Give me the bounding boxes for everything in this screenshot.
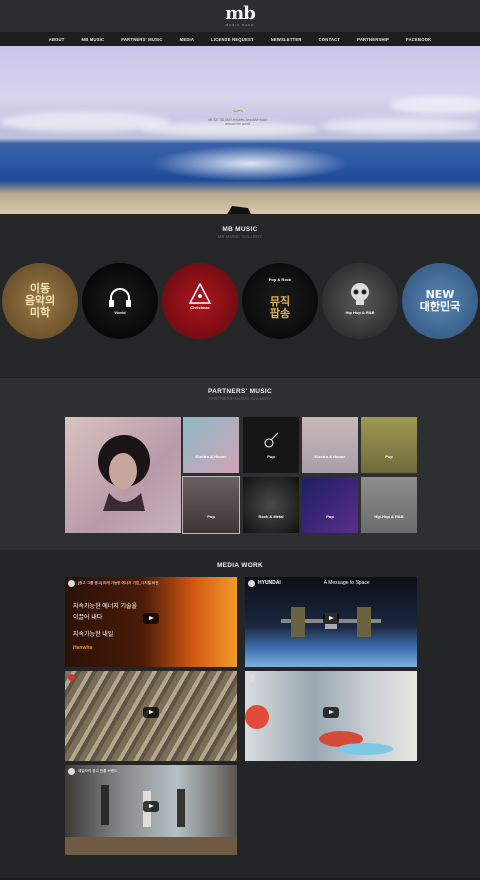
partner-tile-label: Electro & House (314, 454, 346, 459)
video-title: HYUNDAI (258, 580, 281, 586)
partners-music-section: PARTNERS' MUSIC PARTNERS' MUSIC GALLERY … (0, 377, 480, 550)
nav-mb-music[interactable]: MB MUSIC (73, 37, 113, 42)
nav-facebook[interactable]: FACEBOOK (398, 37, 440, 42)
video-header: HYUNDAI A Message to Space (245, 577, 417, 589)
genre-label: Hip Hop & R&B (345, 310, 375, 315)
partner-tile[interactable]: Rock & Metal (243, 477, 299, 533)
genre-circle-text: 뮤직 팝송 (269, 295, 291, 320)
genre-label: World (114, 310, 126, 315)
video-header (65, 671, 237, 683)
video-overlay-text: 지속가능한 에너지 기술을 (73, 604, 138, 610)
genre-circle-item[interactable]: World (82, 263, 158, 339)
nav-about[interactable]: ABOUT (40, 37, 73, 42)
genre-circle-item[interactable]: 이동 음악의 미학 (2, 263, 78, 339)
partner-tile-label: Pop (267, 454, 275, 459)
play-button[interactable] (323, 707, 339, 718)
section-title: MEDIA WORK (216, 562, 264, 569)
nav-license-request[interactable]: LICENSE REQUEST (203, 37, 263, 42)
nav-media[interactable]: MEDIA (171, 37, 203, 42)
partner-tile[interactable]: Pop (243, 417, 299, 473)
video-thumbnail[interactable]: 제일모직 광고 빈폴 브랜드 (65, 765, 237, 855)
genre-circle-item[interactable]: Pop & Rock 뮤직 팝송 (242, 263, 318, 339)
section-subtitle: PARTNERS' MUSIC GALLERY (208, 396, 272, 401)
top-header: mb MUSIC BAND (0, 0, 480, 32)
channel-avatar (248, 579, 255, 587)
main-nav: ABOUT MB MUSIC PARTNERS' MUSIC MEDIA LIC… (0, 32, 480, 46)
partner-tile-label: Pop (385, 454, 393, 459)
partner-tile[interactable]: Pop (302, 477, 358, 533)
christmas-tree-icon (188, 283, 212, 304)
hero-caption: ∽ MUSIC ISLAND includes beautiful music … (198, 103, 278, 127)
video-overlay-text: 지속가능한 내일 (73, 632, 114, 638)
album-portrait-image (98, 435, 150, 511)
genre-label: Pop & Rock (268, 277, 292, 282)
media-work-section: MEDIA WORK [광고·그룹 광고] 미래 가능한 에너지 기업_디지털 … (0, 550, 480, 878)
logo-mark: mb (225, 3, 256, 24)
partner-tile-label: Rock & Metal (258, 514, 284, 519)
play-button[interactable] (143, 707, 159, 718)
partner-tile-label: Pop (207, 514, 215, 519)
nav-contact[interactable]: CONTACT (310, 37, 349, 42)
genre-circle-item[interactable]: Hip Hop & R&B (322, 263, 398, 339)
video-thumbnail[interactable] (245, 671, 417, 761)
guitar-icon (264, 432, 279, 448)
genre-circle-item[interactable]: NEW 대한민국 (402, 263, 478, 339)
play-button[interactable] (143, 801, 159, 812)
partner-tile-label: Pop (326, 514, 334, 519)
video-overlay-text: 이끌어 내다 (73, 615, 103, 621)
partner-tile-label: Electro & House (195, 454, 227, 459)
partner-tile[interactable]: Hip-Hop & R&B (361, 477, 417, 533)
nav-partnership[interactable]: PARTNERSHIP (349, 37, 398, 42)
genre-circle-text: NEW 대한민국 (419, 288, 461, 313)
genre-circle-list: 이동 음악의 미학 World Christmas Pop & Rock 뮤직 … (0, 263, 480, 339)
nav-partners-music[interactable]: PARTNERS' MUSIC (113, 37, 171, 42)
site-logo[interactable]: mb MUSIC BAND (225, 3, 256, 28)
logo-subtitle: MUSIC BAND (225, 23, 255, 27)
partner-tile-featured[interactable] (65, 417, 181, 533)
partner-tile[interactable]: Electro & House (183, 417, 239, 473)
play-button[interactable] (143, 613, 159, 624)
mb-music-section: MB MUSIC MB MUSIC GALLERY 이동 음악의 미학 Worl… (0, 214, 480, 377)
section-title: PARTNERS' MUSIC (207, 388, 273, 395)
nav-newsletter[interactable]: NEWSLETTER (262, 37, 310, 42)
partner-tile-label: Hip-Hop & R&B (374, 514, 404, 519)
partner-tile[interactable]: Pop (361, 417, 417, 473)
video-title: [광고·그룹 광고] 미래 가능한 에너지 기업_디지털 버전 (78, 580, 159, 585)
play-button[interactable] (323, 613, 339, 624)
video-thumbnail[interactable]: HYUNDAI A Message to Space (245, 577, 417, 667)
partner-tile[interactable]: Electro & House (302, 417, 358, 473)
channel-avatar (68, 673, 75, 681)
piano-image (227, 206, 251, 214)
brand-logo: Hanwha (73, 645, 93, 651)
video-thumbnail[interactable]: [광고·그룹 광고] 미래 가능한 에너지 기업_디지털 버전 지속가능한 에너… (65, 577, 237, 667)
section-title: MB MUSIC (222, 226, 258, 233)
video-thumbnail[interactable] (65, 671, 237, 761)
swirl-icon: ∽ (231, 103, 245, 120)
hero-caption-line2: around the world. (225, 122, 251, 126)
hero-banner: ∽ MUSIC ISLAND includes beautiful music … (0, 46, 480, 214)
genre-label: Christmas (190, 305, 210, 310)
genre-circle-item[interactable]: Christmas (162, 263, 238, 339)
media-grid: [광고·그룹 광고] 미래 가능한 에너지 기업_디지털 버전 지속가능한 에너… (65, 577, 417, 857)
partner-tile[interactable]: Pop (182, 476, 240, 534)
video-overlay-text: A Message to Space (323, 580, 370, 586)
channel-avatar (68, 579, 75, 587)
video-header: [광고·그룹 광고] 미래 가능한 에너지 기업_디지털 버전 (65, 577, 237, 589)
section-subtitle: MB MUSIC GALLERY (217, 234, 263, 239)
genre-circle-text: 이동 음악의 미학 (24, 282, 56, 319)
skull-icon (351, 283, 369, 305)
headphones-icon (109, 288, 131, 307)
partners-grid: Electro & House Pop Electro & House Pop … (65, 417, 417, 534)
